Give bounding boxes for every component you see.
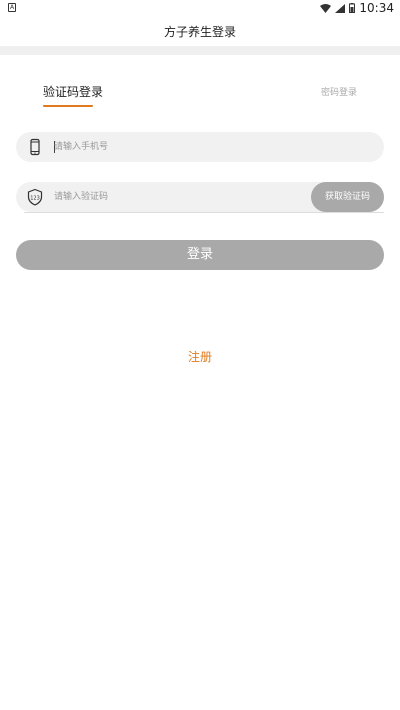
tab-password-login[interactable]: 密码登录 [321,85,357,98]
title-bar: 方子养生登录 [0,16,400,46]
battery-icon [349,3,356,13]
svg-text:123: 123 [30,196,40,202]
login-button[interactable]: 登录 [16,240,384,270]
shield-123-icon: 123 [27,188,43,206]
phone-input[interactable] [54,132,304,162]
status-time: 10:34 [359,1,394,15]
wifi-icon [320,3,332,13]
register-link[interactable]: 注册 [0,348,400,365]
page-title: 方子养生登录 [163,25,236,39]
header-divider [0,46,400,55]
get-code-button[interactable]: 获取验证码 [311,182,384,212]
notification-a-icon: A [8,3,16,12]
active-tab-indicator [43,105,93,107]
verification-code-input[interactable] [54,182,264,212]
signal-icon [335,3,346,13]
verification-code-field[interactable]: 123 获取验证码 [16,182,384,212]
tab-code-login[interactable]: 验证码登录 [43,83,103,100]
status-indicators: 10:34 [320,0,394,16]
phone-field[interactable] [16,132,384,162]
mobile-phone-icon [30,138,40,156]
code-field-underline [24,212,384,213]
status-bar: A 10:34 [0,0,400,16]
